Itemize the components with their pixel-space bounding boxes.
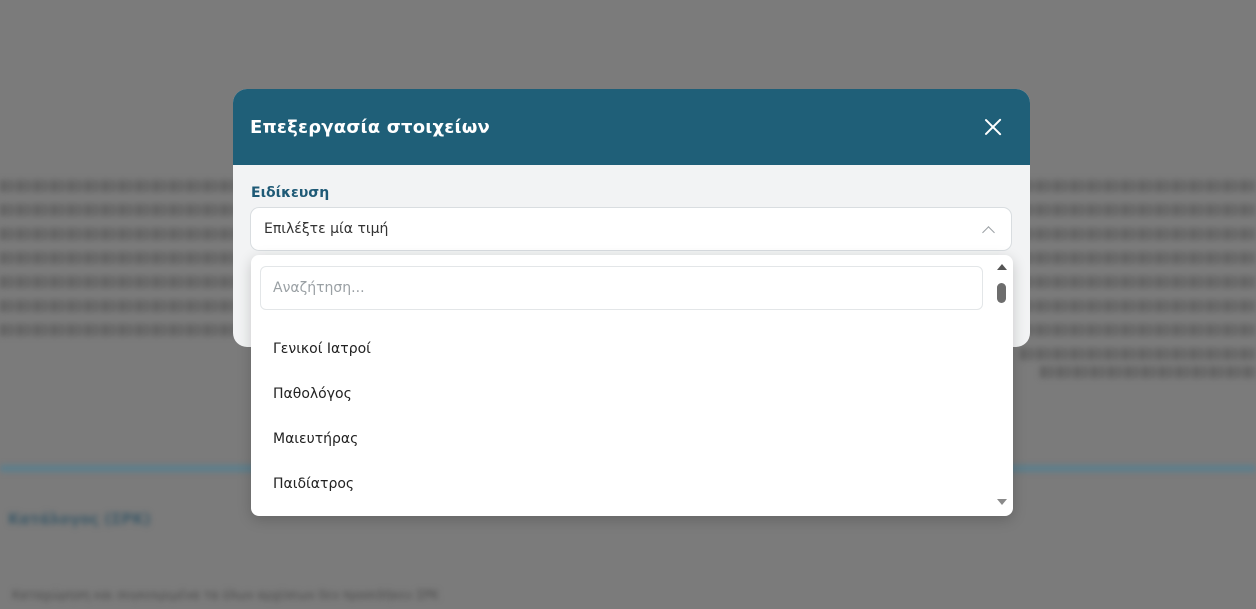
option-general-doctors[interactable]: Γενικοί Ιατροί — [273, 341, 371, 357]
specialty-select[interactable]: Επιλέξτε μία τιμή — [250, 207, 1012, 251]
option-obstetrician[interactable]: Μαιευτήρας — [273, 431, 358, 447]
dropdown-scrollbar[interactable] — [991, 255, 1013, 516]
modal-header: Επεξεργασία στοιχείων — [233, 89, 1030, 165]
close-icon[interactable] — [982, 116, 1004, 138]
modal-title: Επεξεργασία στοιχείων — [250, 116, 491, 138]
background-heading: Κατάλογος (ΣΡΚ) — [8, 510, 151, 528]
chevron-up-icon[interactable] — [982, 225, 995, 239]
background-text: Καταχώρηση και συγκεκριμένα τα όλων αρχί… — [12, 588, 439, 602]
specialty-dropdown: Γενικοί Ιατροί Παθολόγος Μαιευτήρας Παιδ… — [251, 255, 1013, 516]
scroll-down-icon[interactable] — [997, 499, 1007, 505]
specialty-label: Ειδίκευση — [251, 185, 330, 201]
scroll-up-icon[interactable] — [997, 264, 1007, 270]
scroll-thumb[interactable] — [997, 283, 1006, 303]
select-value: Επιλέξτε μία τιμή — [264, 221, 389, 237]
option-pathologist[interactable]: Παθολόγος — [273, 386, 352, 402]
option-pediatrician[interactable]: Παιδίατρος — [273, 476, 354, 492]
dropdown-search-input[interactable] — [260, 266, 983, 310]
